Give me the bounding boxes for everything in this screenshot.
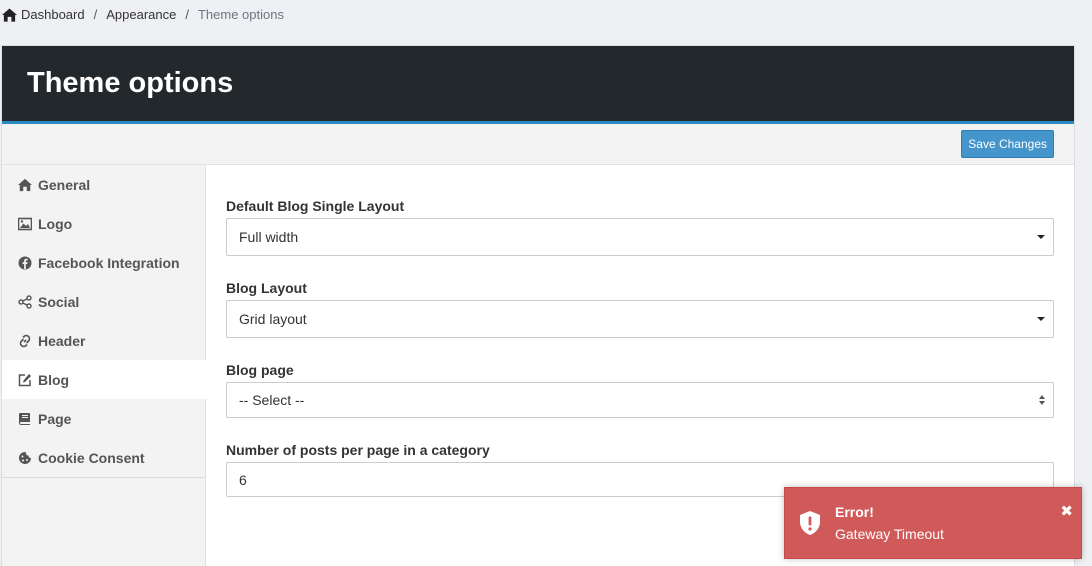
sidebar-item-label: Blog xyxy=(38,371,70,388)
sidebar-item-logo[interactable]: Logo xyxy=(2,204,205,243)
sidebar-item-label: Page xyxy=(38,410,72,427)
breadcrumb-separator: / xyxy=(185,7,189,22)
blog-single-layout-select[interactable]: Full width xyxy=(226,218,1054,256)
sidebar-item-general[interactable]: General xyxy=(2,165,205,204)
blog-layout-select[interactable]: Grid layout xyxy=(226,300,1054,338)
breadcrumb-appearance[interactable]: Appearance xyxy=(106,7,176,22)
panel-header: Theme options xyxy=(2,46,1074,124)
page-title: Theme options xyxy=(27,67,234,99)
caret-down-icon xyxy=(1037,317,1045,321)
blog-layout-field: Blog Layout Grid layout xyxy=(226,280,1054,338)
breadcrumb: Dashboard / Appearance / Theme options xyxy=(2,7,284,22)
home-icon xyxy=(18,178,32,192)
sidebar-item-label: Logo xyxy=(38,215,73,232)
field-label: Default Blog Single Layout xyxy=(226,198,405,214)
book-icon xyxy=(18,412,32,426)
field-label: Blog page xyxy=(226,362,294,378)
toast-message: Gateway Timeout xyxy=(835,526,944,542)
sidebar-item-facebook-integration[interactable]: Facebook Integration xyxy=(2,243,205,282)
sidebar: General Logo Facebook Integration Social… xyxy=(2,165,206,566)
sidebar-item-label: General xyxy=(38,176,91,193)
close-icon[interactable]: ✖ xyxy=(1060,502,1073,520)
save-changes-button[interactable]: Save Changes xyxy=(961,130,1054,158)
sidebar-item-header[interactable]: Header xyxy=(2,321,205,360)
blog-page-select[interactable]: -- Select -- xyxy=(226,382,1054,418)
select-value: Full width xyxy=(239,229,299,245)
up-down-icon xyxy=(1039,395,1045,405)
breadcrumb-current: Theme options xyxy=(197,7,284,22)
share-icon xyxy=(18,294,32,309)
home-icon xyxy=(2,7,17,22)
field-label: Blog Layout xyxy=(226,280,307,296)
sidebar-item-cookie-consent[interactable]: Cookie Consent xyxy=(2,438,205,477)
sidebar-item-label: Social xyxy=(38,293,80,310)
breadcrumb-dashboard[interactable]: Dashboard xyxy=(21,7,85,22)
sidebar-item-social[interactable]: Social xyxy=(2,282,205,321)
breadcrumb-separator: / xyxy=(93,7,98,22)
field-label: Number of posts per page in a category xyxy=(226,442,490,458)
blog-page-field: Blog page -- Select -- xyxy=(226,362,1054,418)
link-icon xyxy=(18,334,32,348)
shield-exclamation-icon xyxy=(799,510,821,536)
toast-title: Error! xyxy=(835,504,874,520)
cookie-icon xyxy=(18,451,32,465)
image-icon xyxy=(18,217,32,231)
select-value: Grid layout xyxy=(239,311,307,327)
select-value: -- Select -- xyxy=(239,392,305,408)
caret-down-icon xyxy=(1037,235,1045,239)
sidebar-item-blog[interactable]: Blog xyxy=(2,360,206,399)
sidebar-item-label: Header xyxy=(38,332,86,349)
sidebar-item-label: Facebook Integration xyxy=(38,254,180,271)
facebook-icon xyxy=(18,256,32,270)
edit-icon xyxy=(18,373,32,387)
error-toast: Error! Gateway Timeout ✖ xyxy=(784,487,1082,559)
sidebar-item-page[interactable]: Page xyxy=(2,399,205,438)
sidebar-item-label: Cookie Consent xyxy=(38,449,145,466)
toolbar: Save Changes xyxy=(2,124,1074,165)
blog-single-layout-field: Default Blog Single Layout Full width xyxy=(226,198,1054,256)
